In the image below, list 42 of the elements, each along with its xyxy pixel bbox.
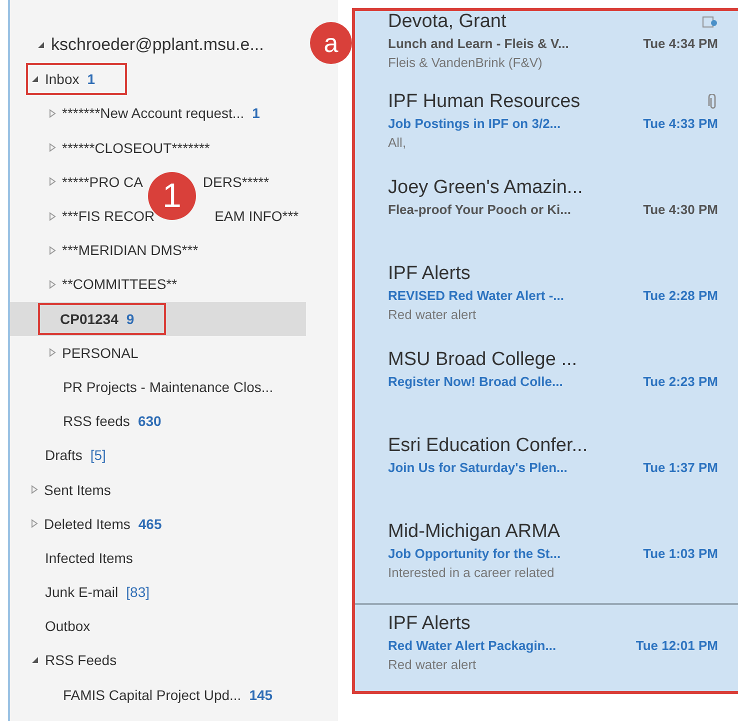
message-item[interactable]: Mid-Michigan ARMA Job Opportunity for the St... Tue 1:03 PM Interested in a career related bbox=[355, 517, 738, 603]
collapsed-arrow-icon[interactable] bbox=[49, 212, 56, 221]
message-item[interactable]: IPF Alerts Red Water Alert Packagin... Tue 12:01 PM Red water alert bbox=[355, 603, 738, 689]
collapsed-arrow-icon[interactable] bbox=[31, 485, 38, 494]
message-item[interactable]: Esri Education Confer... Join Us for Saturday's Plen... Tue 1:37 PM bbox=[355, 431, 738, 517]
folder-item[interactable]: RSS feeds 630 bbox=[10, 404, 306, 438]
folder-label[interactable]: DERS***** bbox=[202, 174, 270, 190]
collapsed-arrow-icon[interactable] bbox=[49, 143, 56, 152]
collapsed-arrow-icon[interactable] bbox=[49, 246, 56, 255]
folder-item[interactable]: Sent Items bbox=[10, 472, 306, 507]
message-item[interactable]: Joey Green's Amazin... Flea-proof Your Pooch or Ki... Tue 4:30 PM bbox=[355, 173, 738, 259]
message-item[interactable]: IPF Alerts REVISED Red Water Alert -... Tue 2:28 PM Red water alert bbox=[355, 259, 738, 345]
folder-item[interactable]: **COMMITTEES** bbox=[10, 267, 306, 302]
expanded-arrow-icon[interactable] bbox=[31, 656, 39, 664]
folder-item[interactable]: Inbox 1 bbox=[10, 62, 306, 96]
folder-item[interactable]: Infected Items bbox=[10, 540, 306, 575]
callout-badge: a bbox=[310, 22, 352, 64]
message-item[interactable]: IPF Human Resources Job Postings in IPF on 3/2... Tue 4:33 PM All, bbox=[355, 87, 738, 173]
folder-item[interactable]: Junk E-mail [83] bbox=[10, 575, 306, 610]
message-item[interactable]: MSU Broad College ... Register Now! Broad Colle... Tue 2:23 PM bbox=[355, 345, 738, 431]
message-item[interactable]: Devota, Grant Lunch and Learn - Fleis & V... Tue 4:34 PM Fleis & VandenBrink (F&V) bbox=[355, 11, 738, 87]
folder-label[interactable]: EAM INFO*** bbox=[214, 208, 299, 224]
collapsed-arrow-icon[interactable] bbox=[49, 348, 56, 358]
folder-label[interactable]: *****PRO CA bbox=[62, 174, 143, 190]
expanded-arrow-icon[interactable] bbox=[37, 41, 45, 50]
folder-item[interactable]: Outbox bbox=[10, 609, 306, 644]
folder-item[interactable]: Deleted Items 465 bbox=[10, 506, 306, 541]
folder-item[interactable]: FAMIS Capital Project Upd... 145 bbox=[10, 678, 306, 712]
expanded-arrow-icon[interactable] bbox=[31, 75, 39, 84]
collapsed-arrow-icon[interactable] bbox=[49, 177, 56, 186]
folder-item[interactable]: ******CLOSEOUT******* bbox=[10, 130, 306, 165]
folder-item[interactable]: CP01234 9 bbox=[10, 302, 306, 336]
folder-item[interactable]: kschroeder@pplant.msu.e... bbox=[10, 28, 306, 62]
collapsed-arrow-icon[interactable] bbox=[49, 108, 56, 118]
folder-item[interactable]: *******New Account request... 1 bbox=[10, 96, 306, 131]
folder-item[interactable]: ***MERIDIAN DMS*** bbox=[10, 233, 306, 268]
folder-item[interactable]: Drafts [5] bbox=[10, 438, 306, 472]
collapsed-arrow-icon[interactable] bbox=[49, 280, 56, 289]
folder-item[interactable]: RSS Feeds bbox=[10, 643, 306, 678]
collapsed-arrow-icon[interactable] bbox=[31, 519, 38, 528]
folder-item[interactable]: PERSONAL bbox=[10, 336, 306, 370]
folder-item[interactable]: PR Projects - Maintenance Clos... bbox=[10, 370, 306, 404]
